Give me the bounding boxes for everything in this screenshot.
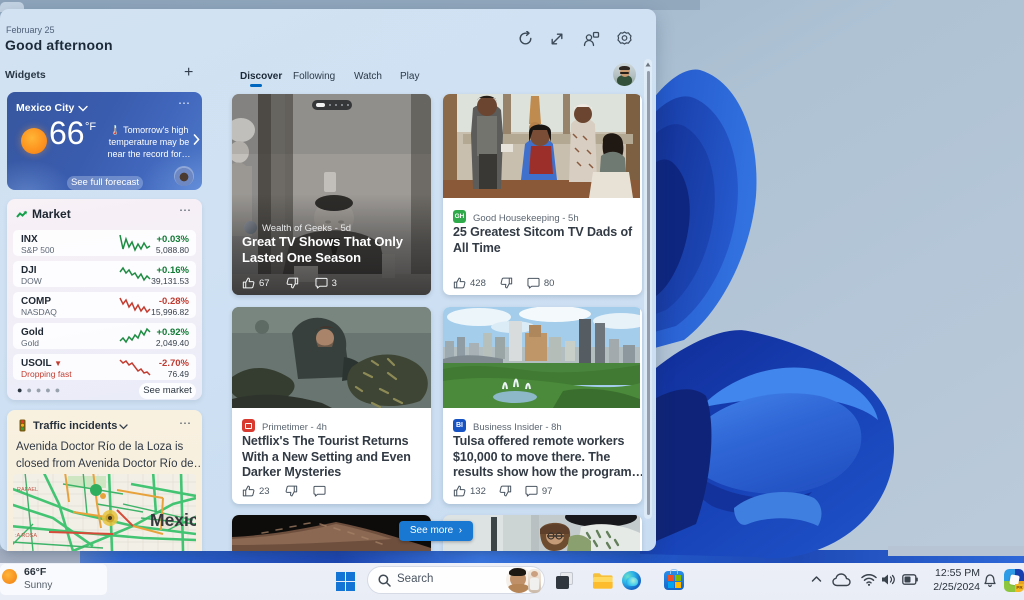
svg-text:Mexic: Mexic <box>150 510 196 530</box>
svg-text::A ROSA: :A ROSA <box>15 533 37 539</box>
svg-text:RAFAEL: RAFAEL <box>17 487 38 493</box>
